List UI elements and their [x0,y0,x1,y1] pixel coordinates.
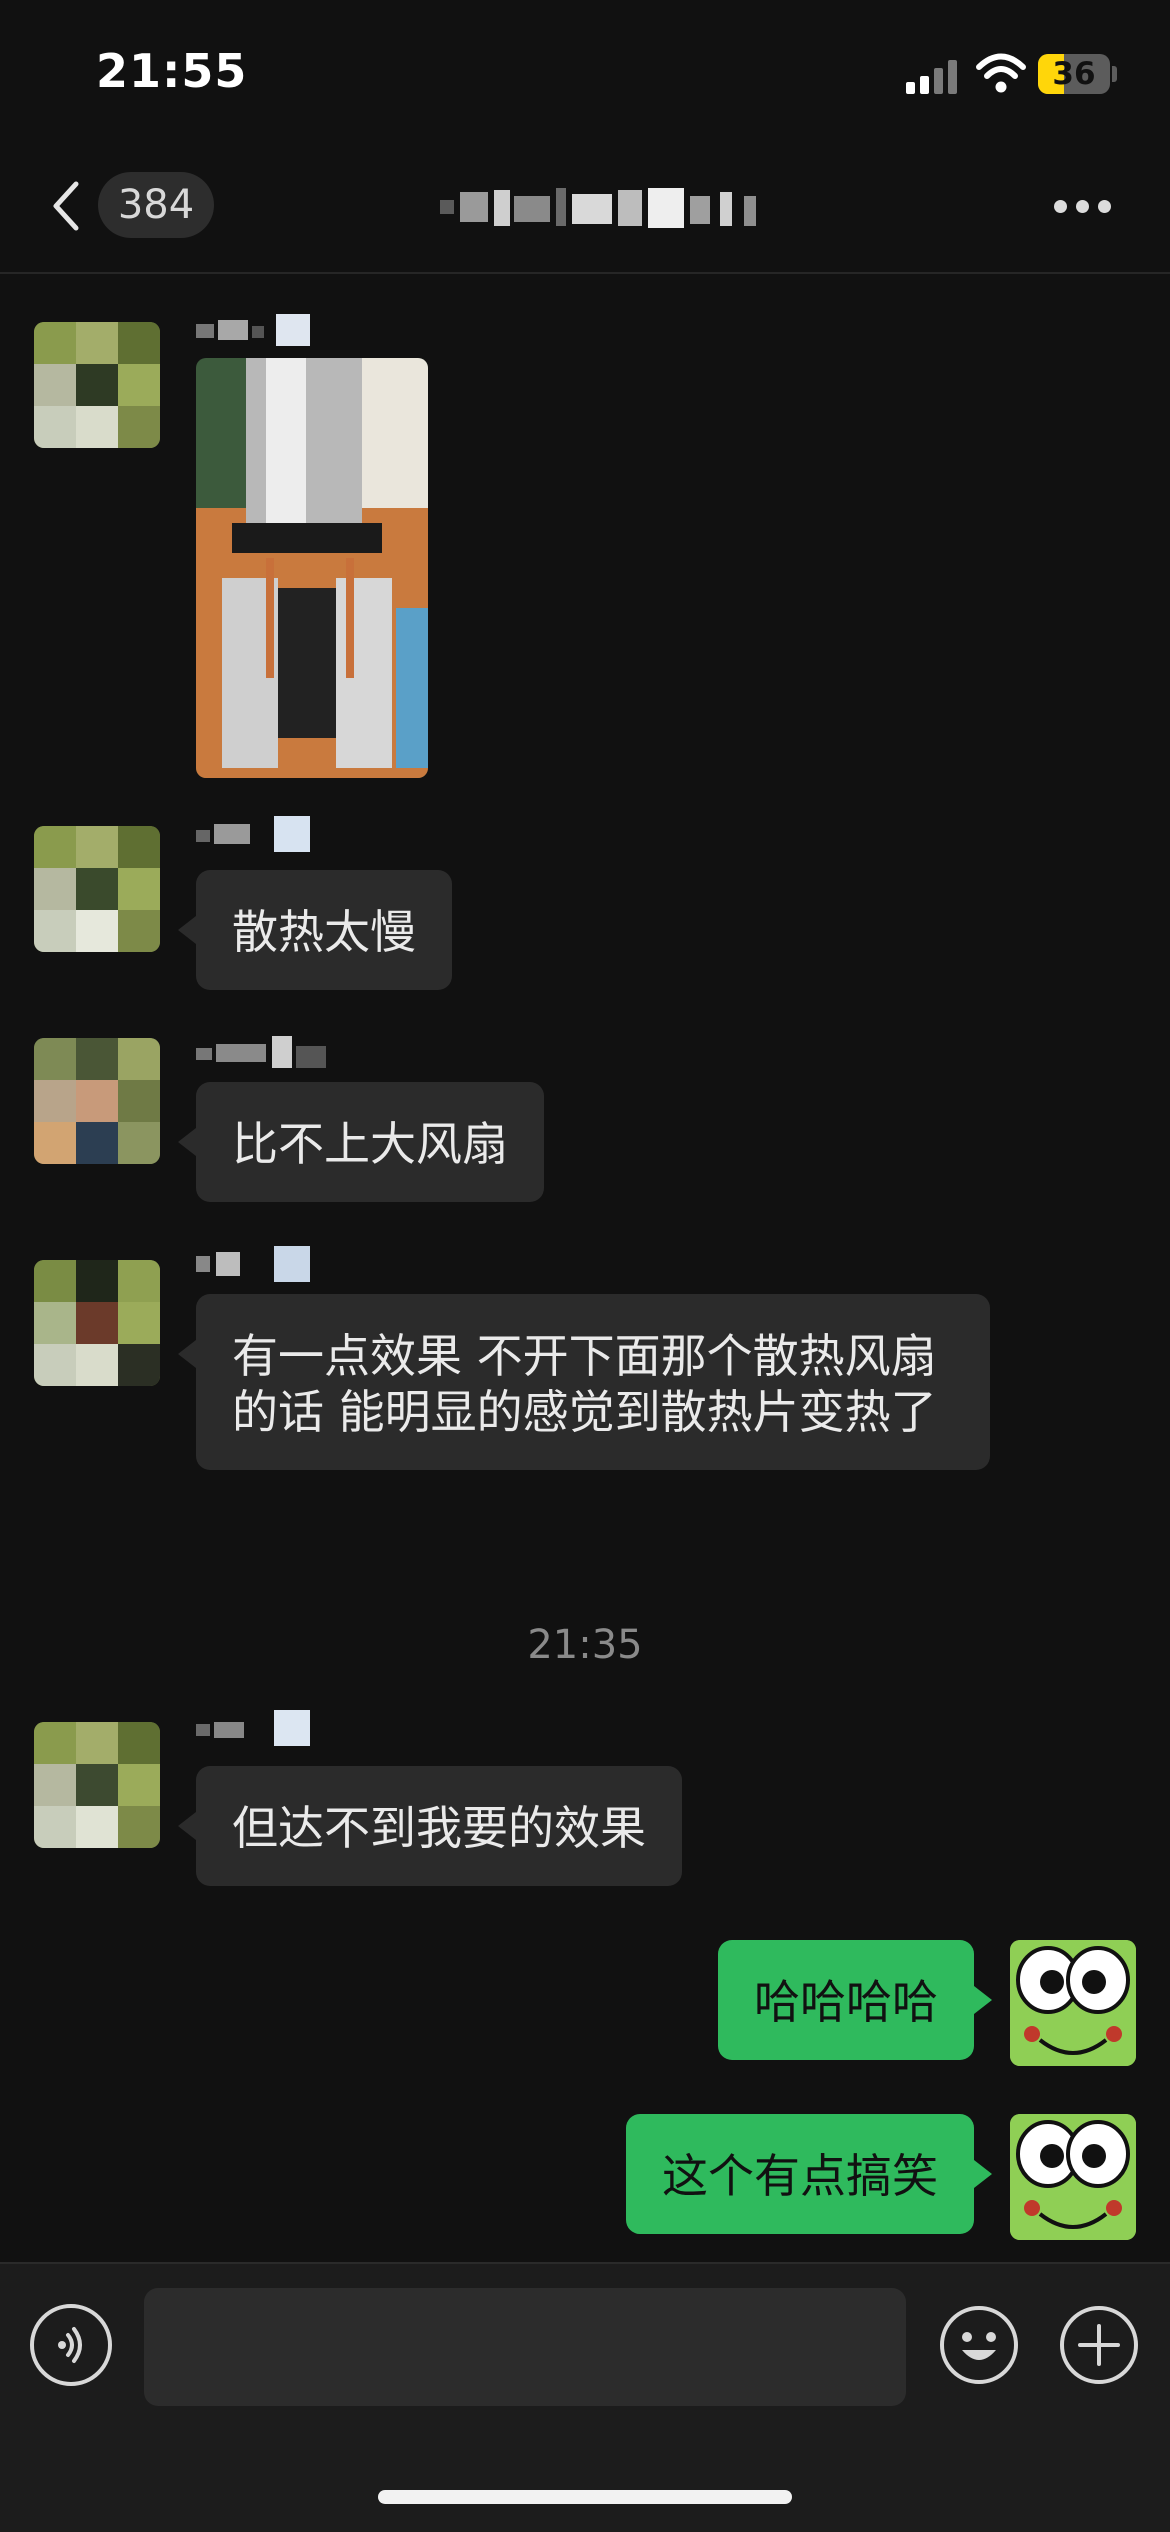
message-bubble-incoming[interactable]: 散热太慢 [178,870,452,990]
wifi-icon [976,53,1026,93]
message-timestamp: 21:35 [527,1622,643,1668]
message-bubble-outgoing[interactable]: 这个有点搞笑 [626,2114,992,2234]
contact-avatar[interactable] [34,1038,160,1164]
self-avatar-frog[interactable] [1010,2114,1136,2240]
contact-avatar[interactable] [34,1260,160,1386]
message-input[interactable] [144,2288,906,2406]
more-icon[interactable] [1054,200,1114,214]
voice-input-button[interactable] [30,2304,112,2386]
home-indicator[interactable] [378,2490,792,2504]
status-bar: 21:55 36 [0,0,1170,150]
message-bubble-incoming[interactable]: 但达不到我要的效果 [178,1766,682,1886]
battery-level: 36 [1052,56,1096,92]
self-avatar-frog[interactable] [1010,1940,1136,2066]
message-bubble-incoming[interactable]: 有一点效果 不开下面那个散热风扇的话 能明显的感觉到散热片变热了 [178,1294,990,1470]
voice-icon [58,2327,82,2363]
unread-count-badge[interactable]: 384 [98,172,214,238]
chat-title-pixelated [440,188,756,228]
back-icon[interactable] [46,176,86,236]
contact-avatar[interactable] [34,322,160,448]
sender-name-pixelated [196,1246,310,1282]
nav-bar: 384 [0,150,1170,274]
sender-name-pixelated [196,1710,310,1746]
sender-name-pixelated [196,816,310,852]
message-bubble-outgoing[interactable]: 哈哈哈哈 [718,1940,992,2060]
status-time: 21:55 [96,44,248,98]
message-bubble-incoming[interactable]: 比不上大风扇 [178,1082,544,1202]
contact-avatar[interactable] [34,1722,160,1848]
sender-name-pixelated [196,314,310,346]
contact-avatar[interactable] [34,826,160,952]
sender-name-pixelated [196,1036,326,1068]
emoji-icon[interactable] [938,2304,1020,2386]
battery-cap [1112,66,1117,82]
battery-indicator: 36 [1038,54,1110,94]
plus-icon[interactable] [1058,2304,1140,2386]
message-list[interactable]: 散热太慢 比不上大风扇 有一点效果 不开下面那个散热风扇的话 能明显的感觉到散热… [0,276,1170,2262]
signal-icon [906,58,960,94]
shared-photo-heatsink[interactable] [196,358,428,778]
